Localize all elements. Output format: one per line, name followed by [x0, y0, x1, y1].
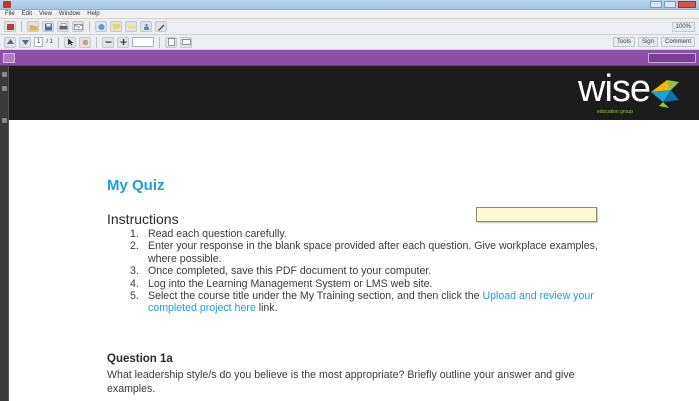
- menu-bar: File Edit View Window Help: [0, 10, 699, 19]
- window-titlebar: [0, 0, 699, 10]
- instruction-number: 2.: [130, 240, 139, 253]
- sign-button[interactable]: [155, 21, 167, 32]
- attachments-icon[interactable]: [2, 86, 7, 91]
- stamp-button[interactable]: [140, 21, 152, 32]
- comment-button[interactable]: [110, 21, 122, 32]
- sign-pane-button[interactable]: Sign: [637, 37, 658, 47]
- zoom-out-button[interactable]: [102, 36, 115, 48]
- hand-icon: [82, 40, 88, 45]
- instruction-number: 5.: [130, 290, 139, 303]
- zoom-display[interactable]: 100%: [671, 21, 695, 32]
- comment-pane-button[interactable]: Comment: [660, 37, 695, 47]
- fit-page-button[interactable]: [165, 36, 178, 48]
- print-icon: [59, 22, 67, 29]
- instruction-text: Log into the Learning Management System …: [148, 277, 433, 290]
- close-button[interactable]: [678, 1, 696, 8]
- maximize-button[interactable]: [664, 1, 676, 8]
- cursor-icon: [67, 38, 74, 46]
- email-icon: [73, 23, 83, 30]
- question-heading: Question 1a: [107, 353, 173, 365]
- arrow-down-icon: [21, 40, 29, 45]
- save-icon: [44, 23, 52, 30]
- share-icon: [98, 23, 104, 30]
- instructions-list: 1. Read each question carefully. 2. Ente…: [130, 228, 600, 315]
- bookmarks-icon[interactable]: [2, 118, 7, 123]
- logo-subtitle: education group: [597, 109, 633, 115]
- toolbar-divider: [89, 21, 90, 32]
- pdf-page: wise education group My Quiz Instruction…: [9, 66, 699, 401]
- header-banner: wise education group: [9, 66, 699, 120]
- create-button[interactable]: [4, 21, 16, 32]
- tools-pane-button[interactable]: Tools: [612, 37, 635, 47]
- select-tool-button[interactable]: [64, 36, 77, 48]
- instruction-item: 4. Log into the Learning Management Syst…: [130, 278, 600, 290]
- instruction-text: Read each question carefully.: [148, 228, 287, 240]
- print-button[interactable]: [57, 21, 69, 32]
- previous-page-button[interactable]: [4, 36, 16, 48]
- menu-help[interactable]: Help: [87, 10, 99, 18]
- minimize-button[interactable]: [650, 1, 662, 8]
- toolbar-divider: [58, 36, 60, 48]
- zoom-field[interactable]: [132, 37, 155, 47]
- toolbar-right: 100%: [671, 21, 699, 32]
- instructions-heading: Instructions: [107, 211, 179, 227]
- document-bar: [0, 50, 699, 66]
- highlight-icon: [127, 25, 135, 28]
- comment-icon: [112, 23, 120, 30]
- instruction-item: 1. Read each question carefully.: [130, 228, 600, 240]
- zoom-in-button[interactable]: [117, 36, 130, 48]
- instruction-text: Once completed, save this PDF document t…: [148, 265, 432, 278]
- navigation-toolbar: 1 / 1 Tools Sign Comment: [0, 35, 699, 50]
- question-text: What leadership style/s do you believe i…: [107, 369, 575, 395]
- fit-width-icon: [181, 39, 191, 45]
- toolbar-divider: [21, 21, 22, 32]
- menu-view[interactable]: View: [39, 10, 52, 18]
- page-number-input[interactable]: 1: [34, 37, 44, 47]
- toolbar-divider: [159, 36, 161, 48]
- create-icon: [6, 23, 14, 30]
- save-button[interactable]: [42, 21, 54, 32]
- plus-icon: [120, 39, 127, 45]
- panel-tabs: Tools Sign Comment: [612, 37, 699, 47]
- quiz-title: My Quiz: [107, 177, 165, 194]
- instruction-number: 1.: [130, 228, 139, 240]
- hand-tool-button[interactable]: [79, 36, 92, 48]
- instruction-item: 5. Select the course title under the My …: [130, 290, 600, 315]
- main-toolbar: 100%: [0, 19, 699, 35]
- instruction-item: 2. Enter your response in the blank spac…: [130, 240, 600, 265]
- butterfly-logo-icon: [651, 80, 679, 108]
- logo-wordmark: wise: [578, 68, 651, 110]
- page-thumbnails-icon[interactable]: [2, 72, 7, 77]
- minus-icon: [105, 41, 112, 43]
- window-controls: [650, 1, 696, 8]
- menu-window[interactable]: Window: [59, 10, 80, 18]
- toolbar-divider: [96, 36, 98, 48]
- instruction-text: Enter your response in the blank space p…: [148, 240, 598, 265]
- instruction-text: Select the course title under the My Tra…: [148, 290, 483, 303]
- folder-icon: [29, 24, 37, 30]
- stamp-icon: [143, 23, 149, 30]
- share-button[interactable]: [95, 21, 107, 32]
- instruction-number: 4.: [130, 277, 139, 290]
- arrow-up-icon: [6, 39, 14, 44]
- instruction-text: link.: [255, 302, 278, 315]
- open-button[interactable]: [27, 21, 39, 32]
- email-button[interactable]: [72, 21, 84, 32]
- tooltip: [476, 207, 597, 222]
- fit-width-button[interactable]: [180, 36, 193, 48]
- menu-edit[interactable]: Edit: [22, 10, 32, 18]
- highlight-button[interactable]: [125, 21, 137, 32]
- next-page-button[interactable]: [19, 36, 31, 48]
- page-total: / 1: [46, 39, 54, 45]
- app-icon: [3, 1, 11, 8]
- pen-icon: [157, 24, 164, 31]
- instruction-number: 3.: [130, 265, 139, 278]
- menu-file[interactable]: File: [5, 10, 15, 18]
- fit-page-icon: [167, 38, 175, 46]
- document-message-bar-button[interactable]: [648, 53, 696, 63]
- instruction-item: 3. Once completed, save this PDF documen…: [130, 265, 600, 277]
- document-tab[interactable]: [3, 53, 15, 63]
- navigation-pane: [0, 66, 9, 401]
